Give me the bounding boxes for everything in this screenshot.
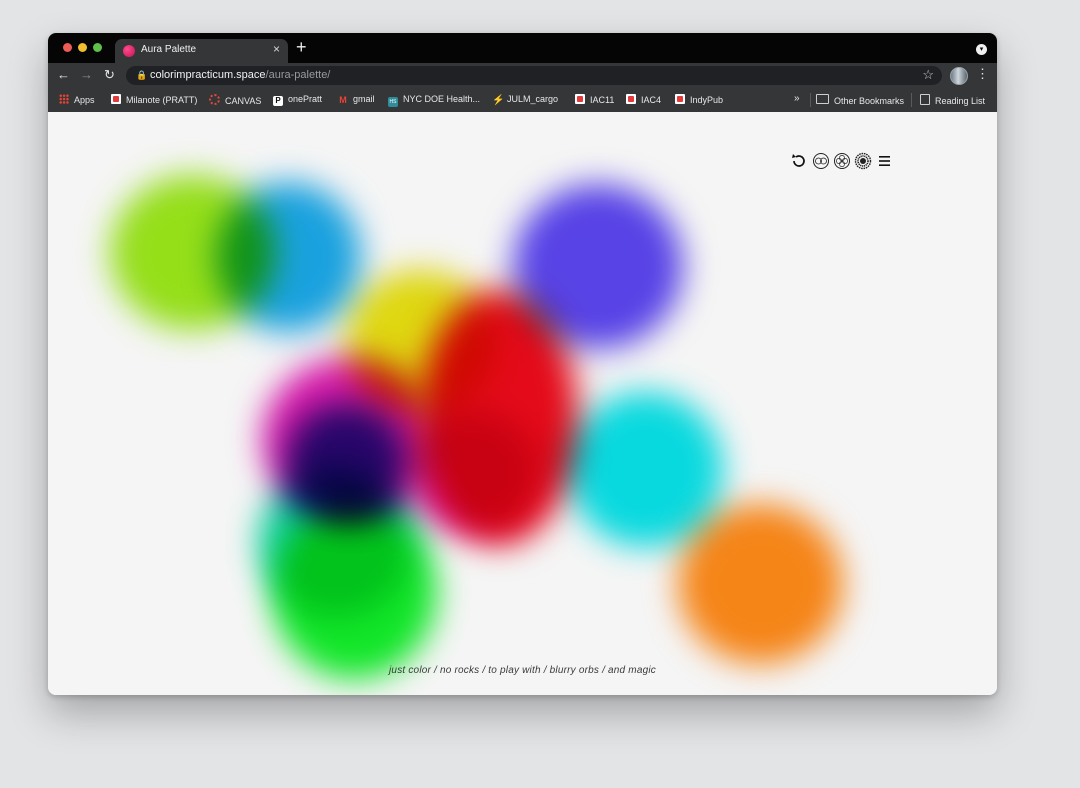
tab-strip: Aura Palette × + ▾ xyxy=(48,33,997,63)
tagline: just color / no rocks / to play with / b… xyxy=(389,665,656,676)
url-path: /aura-palette/ xyxy=(265,69,331,81)
gmail-icon: M xyxy=(339,95,347,105)
cyan-orb[interactable] xyxy=(568,392,723,547)
new-tab-button[interactable]: + xyxy=(296,37,307,57)
palette-sun-icon[interactable] xyxy=(854,152,872,170)
bookmark-nyc-doe[interactable]: HS NYC DOE Health... xyxy=(388,94,480,107)
bookmark-apps[interactable]: Apps xyxy=(59,94,95,105)
bookmark-julm-cargo[interactable]: ⚡ JULM_cargo xyxy=(492,94,558,106)
close-window-button[interactable] xyxy=(63,43,72,52)
bookmark-milanote[interactable]: Milanote (PRATT) xyxy=(111,94,197,105)
bookmark-label: Milanote (PRATT) xyxy=(126,95,198,105)
address-bar[interactable]: 🔒 colorimpracticum.space/aura-palette/ ☆ xyxy=(126,66,942,85)
bookmark-label: Reading List xyxy=(935,96,986,106)
bookmarks-divider xyxy=(911,93,912,107)
milanote-icon xyxy=(626,94,636,104)
forward-arrow-icon[interactable]: → xyxy=(80,67,93,83)
milanote-icon xyxy=(575,94,585,104)
bookmarks-bar: Apps Milanote (PRATT) CANVAS PonePratt M… xyxy=(48,88,997,113)
orange-orb[interactable] xyxy=(678,504,843,664)
lock-icon: 🔒 xyxy=(136,70,148,80)
bookmark-label: onePratt xyxy=(288,94,323,104)
tab-close-icon[interactable]: × xyxy=(273,42,280,56)
url-text: colorimpracticum.space/aura-palette/ xyxy=(150,69,330,81)
canvas-icon xyxy=(209,94,220,105)
more-menu-icon[interactable]: ⋮ xyxy=(976,66,989,82)
reading-list-icon xyxy=(920,94,930,105)
url-host: colorimpracticum.space xyxy=(150,69,266,81)
bookmark-iac11[interactable]: IAC11 xyxy=(575,94,614,105)
reset-icon[interactable] xyxy=(790,152,808,170)
palette-flower-icon[interactable] xyxy=(833,152,851,170)
tab-search-icon[interactable]: ▾ xyxy=(976,44,987,55)
onepratt-icon: P xyxy=(273,96,283,106)
cargo-icon: ⚡ xyxy=(492,95,505,106)
hamburger-menu-icon[interactable] xyxy=(876,152,894,170)
nyc-doe-icon: HS xyxy=(388,97,398,107)
bookmark-indypub[interactable]: IndyPub xyxy=(675,94,723,105)
bookmark-onepratt[interactable]: PonePratt xyxy=(273,94,322,106)
palette-ring-icon[interactable] xyxy=(812,152,830,170)
bookmark-label: Apps xyxy=(74,95,95,105)
bookmark-label: IAC4 xyxy=(641,95,662,105)
sky-blue-orb[interactable] xyxy=(216,182,361,332)
green-orb[interactable] xyxy=(272,504,437,679)
browser-window: Aura Palette × + ▾ ← → ↻ 🔒 colorimpracti… xyxy=(48,33,997,695)
toolbar: ← → ↻ 🔒 colorimpracticum.space/aura-pale… xyxy=(48,63,997,88)
aura-palette-canvas[interactable]: just color / no rocks / to play with / b… xyxy=(48,112,997,695)
bookmark-reading-list[interactable]: Reading List xyxy=(920,94,985,106)
bookmark-label: JULM_cargo xyxy=(507,94,559,104)
profile-avatar[interactable] xyxy=(950,67,968,85)
bookmark-label: NYC DOE Health... xyxy=(403,94,481,104)
bookmark-label: IndyPub xyxy=(690,95,724,105)
back-arrow-icon[interactable]: ← xyxy=(57,67,70,83)
bookmark-iac4[interactable]: IAC4 xyxy=(626,94,661,105)
more-bookmarks-chevron-icon[interactable]: » xyxy=(794,93,800,104)
tab-aura-palette[interactable]: Aura Palette × xyxy=(115,39,288,63)
bookmark-label: gmail xyxy=(353,94,375,104)
milanote-icon xyxy=(675,94,685,104)
tab-title: Aura Palette xyxy=(141,44,197,55)
bookmark-label: Other Bookmarks xyxy=(834,96,905,106)
favicon-icon xyxy=(123,45,135,57)
apps-grid-icon xyxy=(59,94,69,104)
reload-icon[interactable]: ↻ xyxy=(104,67,115,83)
magenta-orb[interactable] xyxy=(408,412,538,532)
bookmark-label: CANVAS xyxy=(225,96,262,106)
bookmark-gmail[interactable]: Mgmail xyxy=(338,94,375,105)
maximize-window-button[interactable] xyxy=(93,43,102,52)
minimize-window-button[interactable] xyxy=(78,43,87,52)
bookmark-other-bookmarks[interactable]: Other Bookmarks xyxy=(816,94,904,106)
bookmark-label: IAC11 xyxy=(590,95,615,105)
folder-icon xyxy=(816,94,829,104)
milanote-icon xyxy=(111,94,121,104)
bookmark-canvas[interactable]: CANVAS xyxy=(209,94,261,106)
bookmark-star-icon[interactable]: ☆ xyxy=(922,67,934,83)
bookmarks-divider xyxy=(810,93,811,107)
